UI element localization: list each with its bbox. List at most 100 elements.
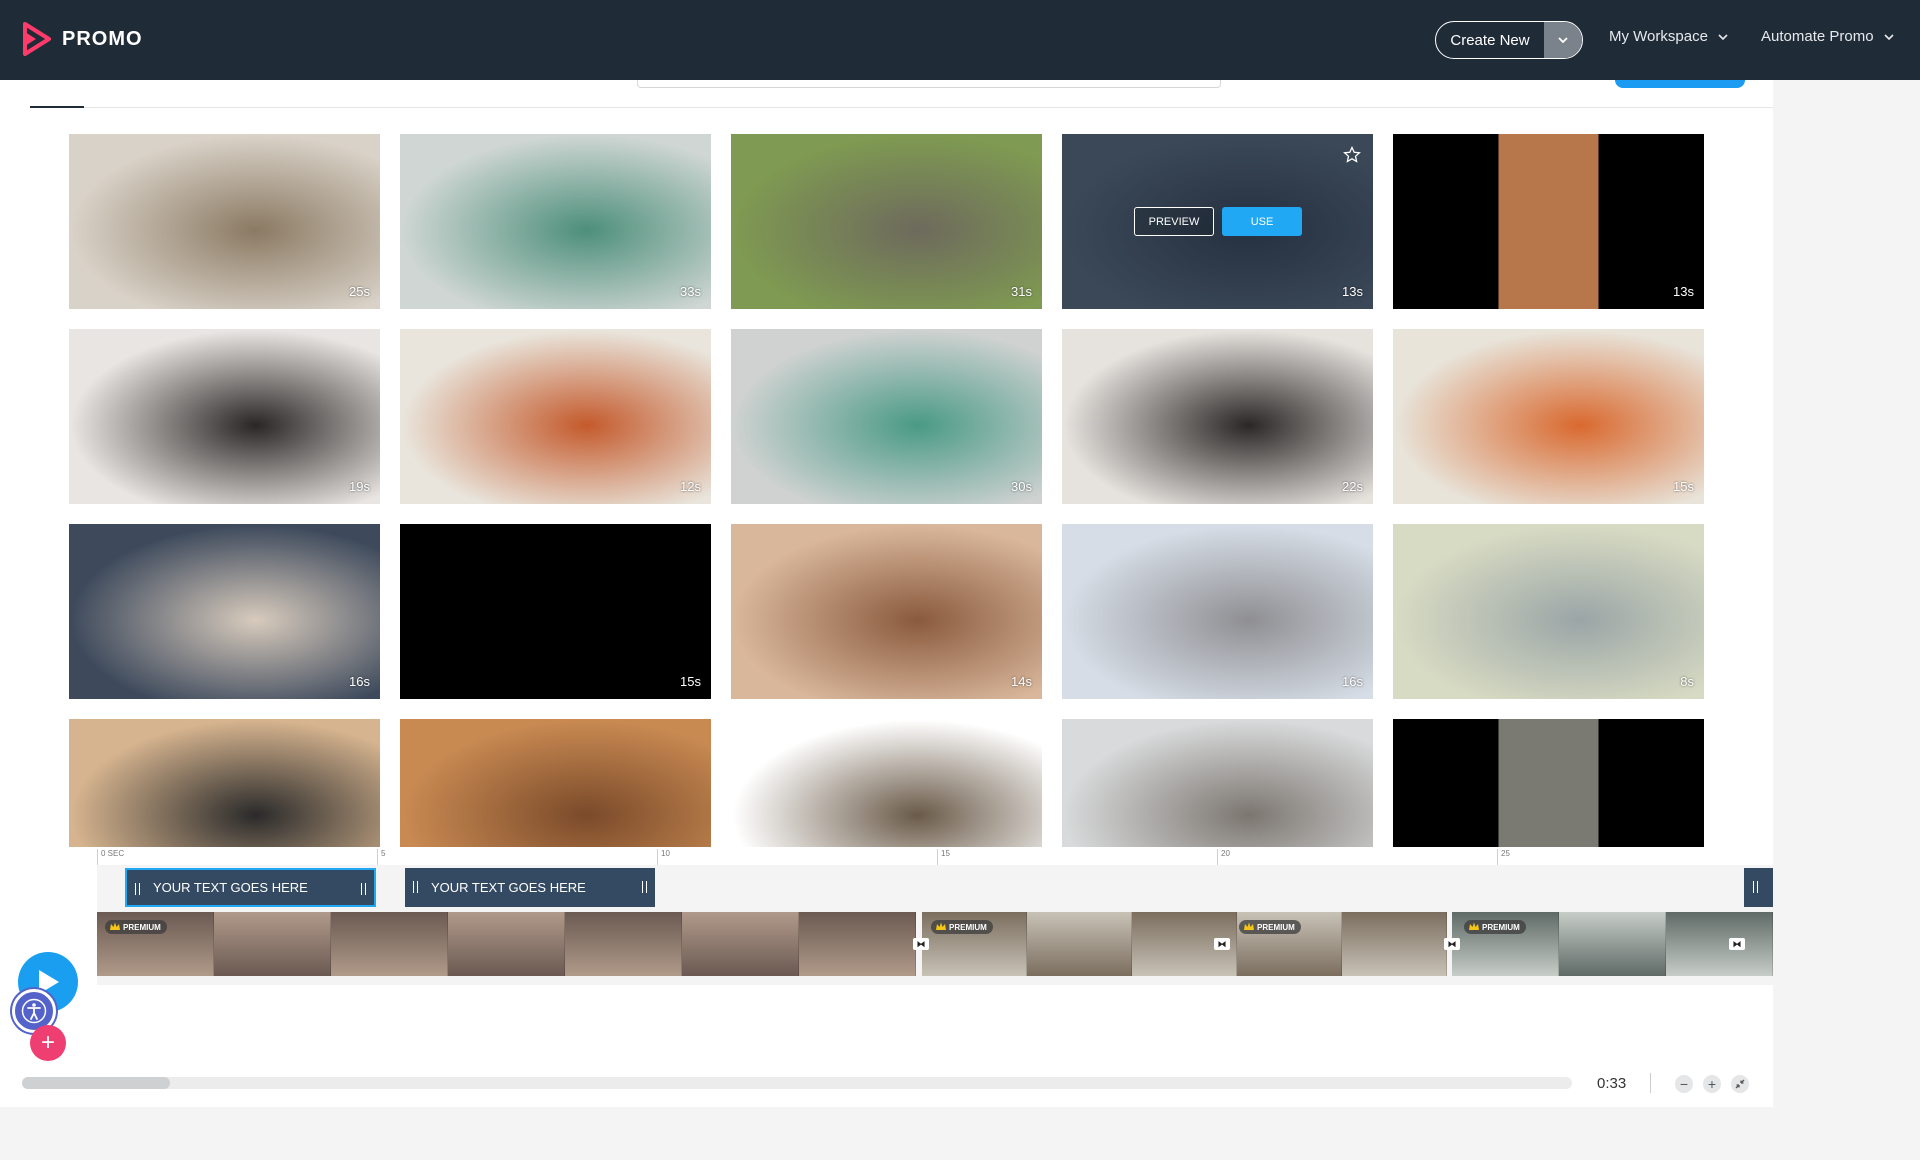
transition-marker[interactable]: ⧓ [911, 912, 931, 976]
media-tile[interactable]: 15s [400, 524, 711, 699]
duration-label: 13s [1673, 284, 1694, 299]
media-tile[interactable]: 33s [400, 134, 711, 309]
scrollbar-thumb[interactable] [22, 1077, 170, 1089]
video-clip[interactable] [97, 912, 919, 976]
preview-button[interactable]: PREVIEW [1134, 207, 1214, 236]
media-thumbnail [1062, 719, 1373, 848]
transition-marker[interactable]: ⧓ [1442, 912, 1462, 976]
media-tile[interactable]: 15s [1393, 329, 1704, 504]
timeline-scrollbar[interactable] [22, 1077, 1572, 1089]
transition-marker[interactable]: ⧓ [1212, 912, 1232, 976]
create-new-label[interactable]: Create New [1436, 22, 1544, 58]
nav-my-workspace[interactable]: My Workspace [1609, 28, 1730, 45]
video-clip[interactable] [922, 912, 1450, 976]
zoom-in-button[interactable]: + [1703, 1075, 1721, 1093]
ruler-tick: 10 [657, 849, 670, 865]
premium-badge: PREMIUM [931, 920, 993, 934]
text-clip[interactable] [1744, 868, 1773, 907]
clip-right-handle[interactable] [361, 883, 366, 895]
active-tab-indicator [30, 106, 84, 108]
use-button[interactable]: USE [1222, 207, 1302, 236]
divider [1650, 1073, 1651, 1093]
media-tile[interactable] [400, 719, 711, 848]
promo-logo-icon [23, 22, 51, 56]
media-tile[interactable]: 22s [1062, 329, 1373, 504]
media-thumbnail [69, 134, 380, 309]
primary-action-button[interactable] [1615, 80, 1745, 88]
clip-right-handle[interactable] [642, 881, 647, 893]
media-thumbnail [400, 329, 711, 504]
create-new-dropdown-toggle[interactable] [1544, 22, 1582, 58]
media-thumbnail [400, 524, 711, 699]
media-tile[interactable]: 30s [731, 329, 1042, 504]
media-tile[interactable]: 12s [400, 329, 711, 504]
clip-left-handle[interactable] [413, 881, 418, 893]
video-frame [682, 912, 799, 976]
media-thumbnail [69, 719, 380, 848]
premium-label: PREMIUM [123, 922, 161, 932]
duration-label: 14s [1011, 674, 1032, 689]
favorite-star-icon[interactable] [1343, 146, 1361, 164]
media-tile[interactable] [1062, 719, 1373, 848]
media-tile[interactable]: 14s [731, 524, 1042, 699]
clip-left-handle[interactable] [135, 883, 140, 895]
text-clip-label: YOUR TEXT GOES HERE [431, 880, 586, 895]
media-thumbnail [1393, 134, 1704, 309]
collapse-icon [1735, 1079, 1745, 1089]
create-new-button[interactable]: Create New [1435, 21, 1583, 59]
duration-label: 15s [680, 674, 701, 689]
hover-overlay [1062, 134, 1373, 309]
zoom-out-button[interactable]: − [1675, 1075, 1693, 1093]
text-clip[interactable]: YOUR TEXT GOES HERE [125, 868, 376, 907]
text-clip[interactable]: YOUR TEXT GOES HERE [405, 868, 655, 907]
media-tile[interactable]: 16s [1062, 524, 1373, 699]
crown-icon [1469, 922, 1479, 930]
media-tile[interactable] [731, 719, 1042, 848]
media-thumbnail [1393, 524, 1704, 699]
footer-area [0, 1108, 1773, 1160]
duration-label: 15s [1673, 479, 1694, 494]
main-content: 25s 33s 31s PREVIEW USE 13s 13s 19s 12s 30s 22s 15s… [0, 80, 1773, 1160]
timeline-ruler: 0 SEC 5 10 15 20 25 [97, 847, 1773, 865]
video-frame [799, 912, 916, 976]
media-tile[interactable]: 31s [731, 134, 1042, 309]
media-thumbnail [731, 524, 1042, 699]
video-frame [331, 912, 448, 976]
media-tile[interactable]: 19s [69, 329, 380, 504]
duration-label: 31s [1011, 284, 1032, 299]
fit-to-screen-button[interactable] [1731, 1075, 1749, 1093]
transition-icon: ⧓ [1214, 938, 1230, 950]
duration-label: 12s [680, 479, 701, 494]
media-tile[interactable]: 13s [1393, 134, 1704, 309]
nav-automate-promo[interactable]: Automate Promo [1761, 28, 1896, 45]
media-tile[interactable] [1393, 719, 1704, 848]
media-tile[interactable]: 8s [1393, 524, 1704, 699]
media-thumbnail [731, 329, 1042, 504]
chevron-down-icon [1883, 33, 1894, 40]
crown-icon [110, 922, 120, 930]
premium-label: PREMIUM [1482, 922, 1520, 932]
search-input[interactable] [637, 80, 1221, 88]
premium-label: PREMIUM [949, 922, 987, 932]
timeline-editor: 0 SEC 5 10 15 20 25 YOUR TEXT GOES HERE YOUR … [0, 847, 1773, 1107]
chevron-down-icon [1558, 37, 1568, 44]
add-clip-button[interactable]: + [30, 1025, 66, 1061]
media-tile[interactable]: PREVIEW USE 13s [1062, 134, 1373, 309]
video-frame [448, 912, 565, 976]
media-thumbnail [1393, 719, 1704, 848]
transition-marker[interactable]: ⧓ [1727, 912, 1747, 976]
plus-icon: + [1707, 1076, 1717, 1092]
media-thumbnail [69, 524, 380, 699]
media-tile[interactable]: 16s [69, 524, 380, 699]
clip-left-handle[interactable] [1753, 881, 1758, 893]
media-tile[interactable]: 25s [69, 134, 380, 309]
media-tile[interactable] [69, 719, 380, 848]
media-thumbnail [1393, 329, 1704, 504]
media-grid: 25s 33s 31s PREVIEW USE 13s 13s 19s 12s 30s 22s 15s… [69, 134, 1709, 848]
ruler-tick: 20 [1217, 849, 1230, 865]
chevron-down-icon [1718, 33, 1728, 40]
minus-icon: − [1679, 1076, 1689, 1092]
promo-logo[interactable]: PROMO [22, 22, 143, 56]
media-thumbnail [1062, 524, 1373, 699]
video-frame [1027, 912, 1132, 976]
